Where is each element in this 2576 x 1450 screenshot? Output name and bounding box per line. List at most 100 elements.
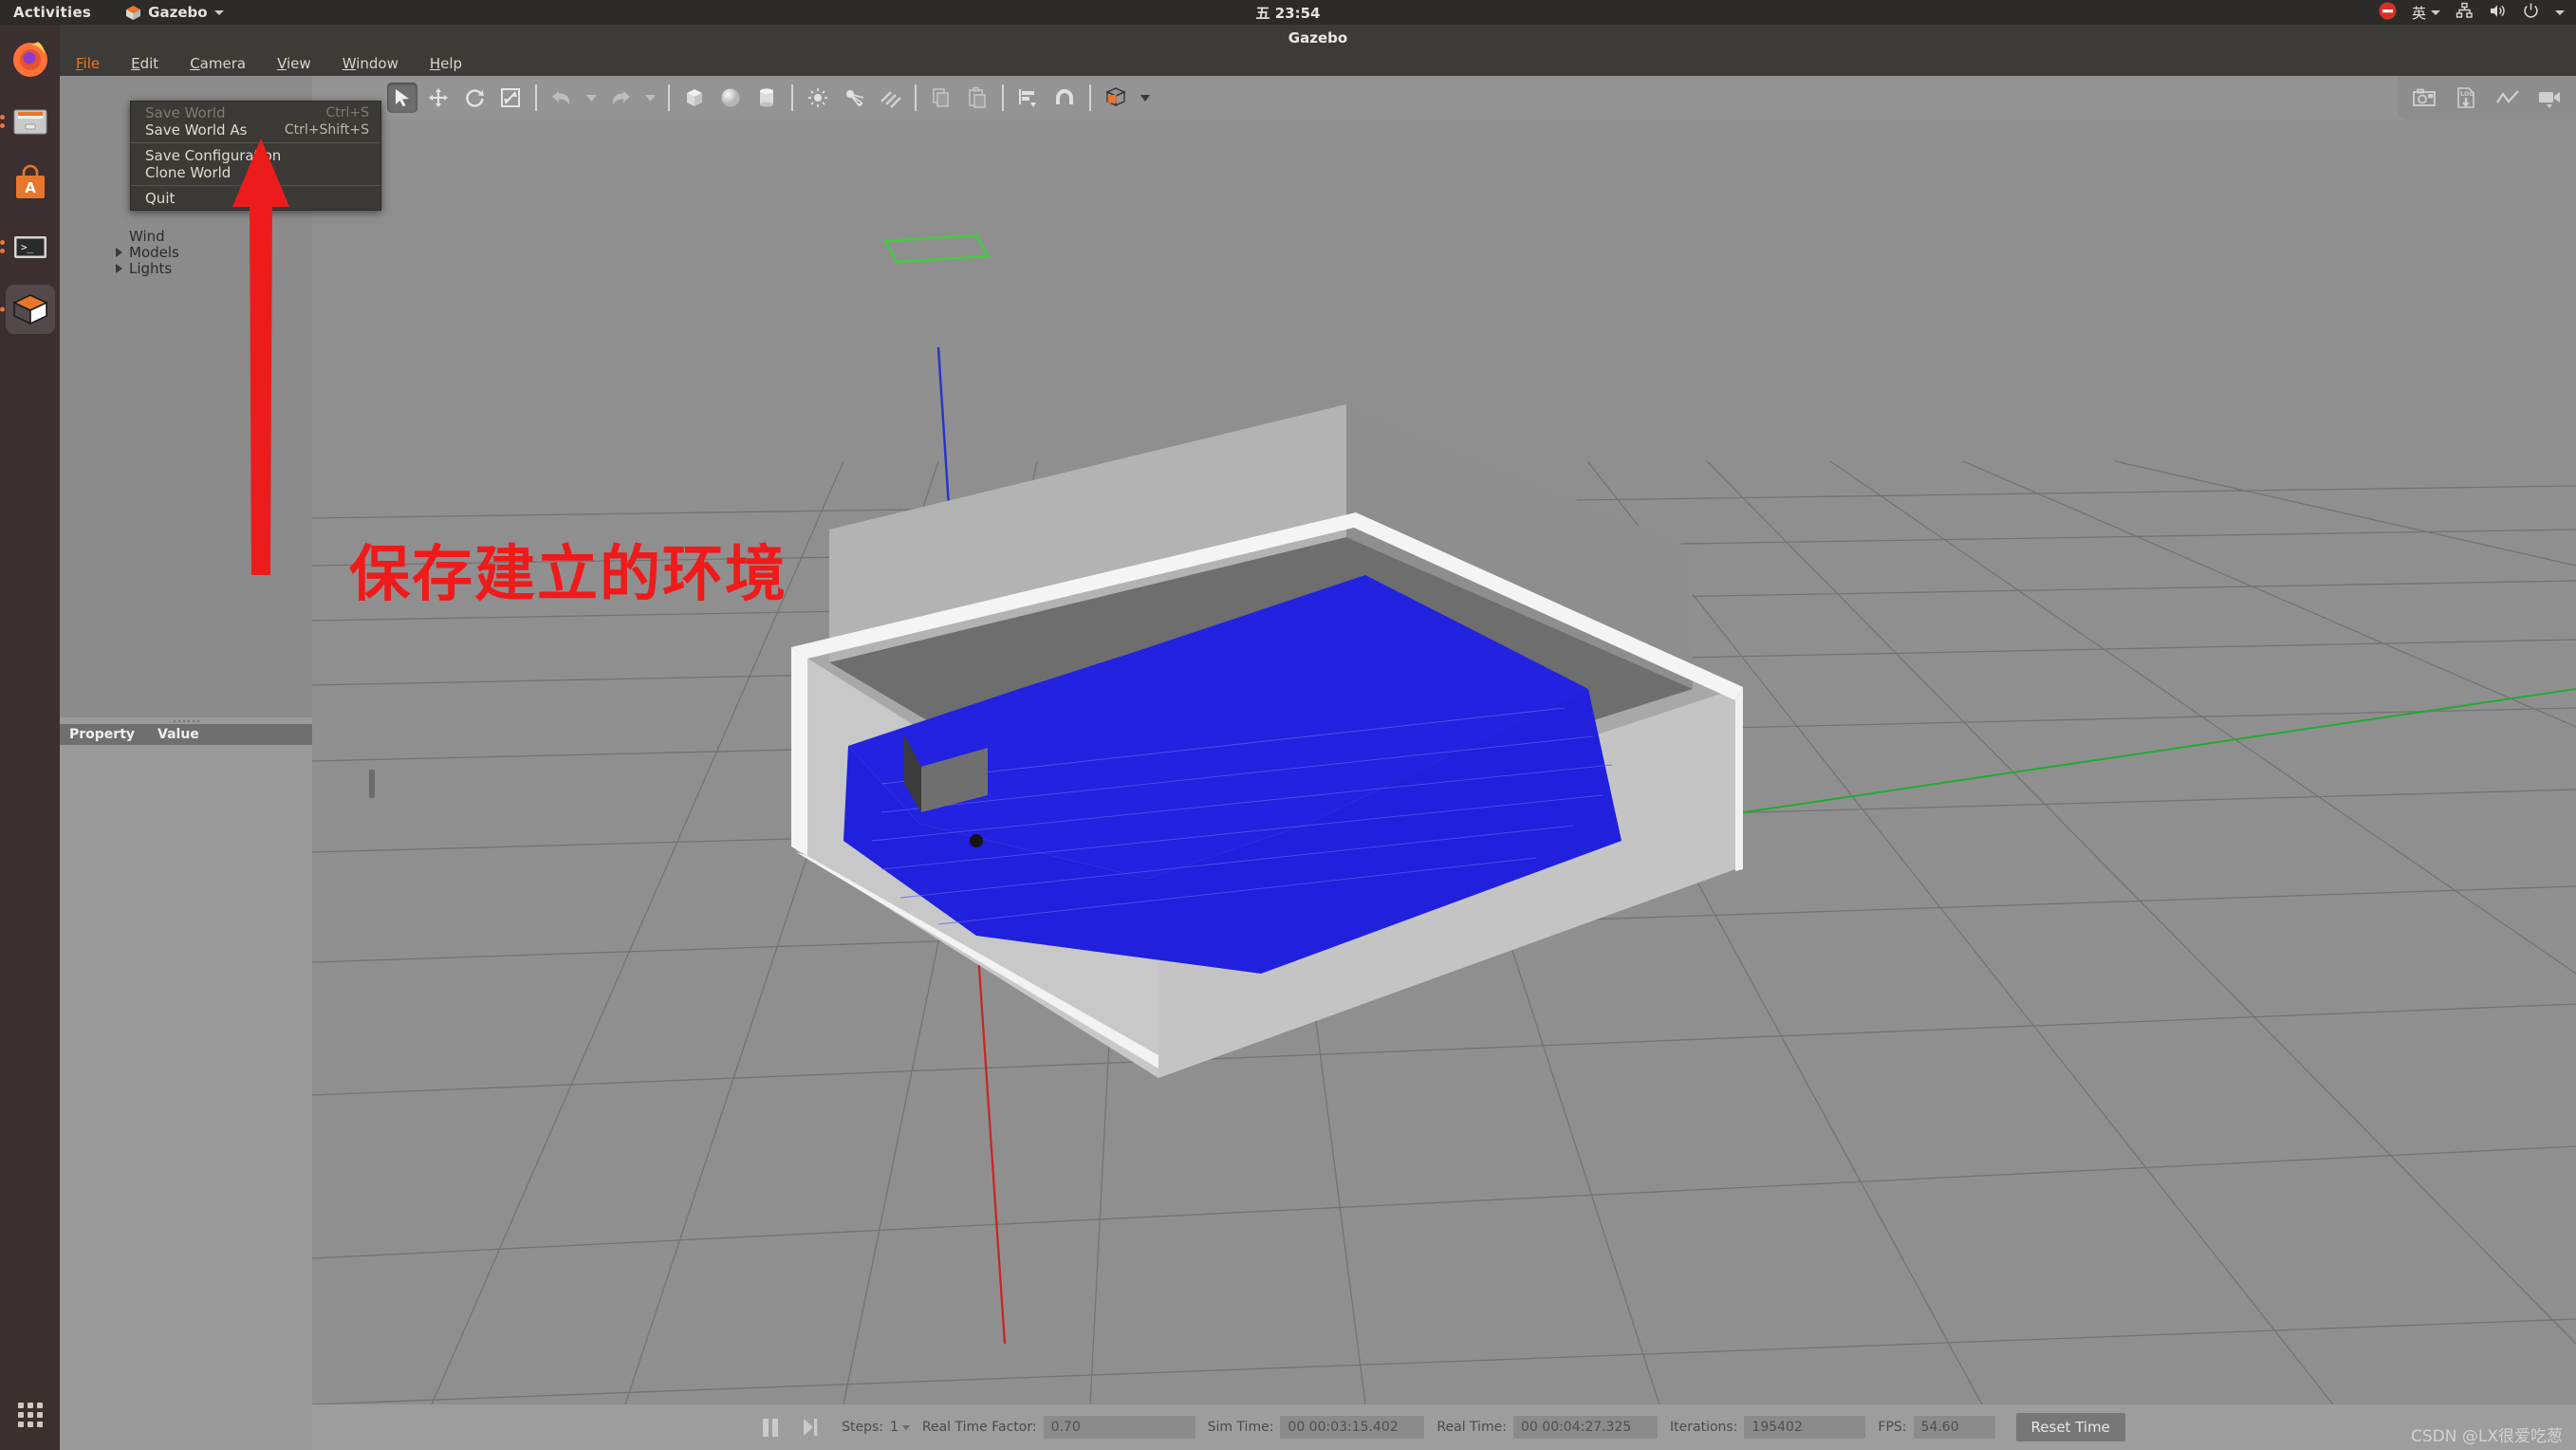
redo-button[interactable] — [605, 83, 636, 113]
chevron-down-icon[interactable] — [2555, 9, 2565, 15]
property-table-body — [60, 745, 312, 1450]
network-icon[interactable] — [2456, 2, 2474, 24]
chevron-down-icon[interactable] — [901, 1424, 910, 1430]
tree-item-wind[interactable]: Wind — [60, 227, 312, 245]
chevron-right-icon[interactable] — [116, 247, 122, 257]
do-not-disturb-icon[interactable] — [2379, 2, 2397, 24]
tree-item-label: Lights — [129, 259, 173, 277]
menu-edit[interactable]: Edit — [127, 54, 162, 73]
toolbar-separator — [1089, 84, 1091, 111]
video-record-button[interactable] — [2534, 83, 2565, 113]
rotate-mode-button[interactable] — [459, 83, 490, 113]
tree-item-label: Wind — [129, 227, 165, 245]
real-time-factor-label: Real Time Factor: — [921, 1420, 1037, 1435]
snap-button[interactable] — [1049, 83, 1080, 113]
menu-bar: File Edit Camera View Window Help — [60, 51, 2576, 76]
undo-button[interactable] — [547, 83, 577, 113]
chevron-down-icon — [2431, 9, 2440, 15]
running-indicator — [0, 115, 5, 128]
step-button[interactable] — [803, 1418, 818, 1437]
translate-mode-button[interactable] — [423, 83, 454, 113]
log-record-button[interactable]: LOG — [2451, 83, 2481, 113]
menu-help[interactable]: Help — [426, 54, 466, 73]
spot-light-button[interactable] — [839, 83, 869, 113]
menu-item-save-world-as[interactable]: Save World As Ctrl+Shift+S — [131, 121, 380, 139]
tree-expander-placeholder — [116, 232, 122, 241]
dock-item-files[interactable] — [0, 97, 55, 146]
reset-time-button[interactable]: Reset Time — [2015, 1413, 2125, 1441]
panel-resize-handle[interactable] — [369, 770, 375, 798]
panel-splitter[interactable] — [60, 717, 312, 724]
menu-item-save-world[interactable]: Save World Ctrl+S — [131, 104, 380, 121]
tree-item-models[interactable]: Models — [60, 244, 312, 261]
menu-item-label: Quit — [145, 190, 176, 207]
toolbar-separator — [535, 84, 537, 111]
column-header-property[interactable]: Property — [60, 727, 158, 742]
ubuntu-dock: A >_ — [0, 25, 60, 1450]
grip-dots-icon — [173, 719, 199, 722]
property-panel: Property Value — [60, 717, 312, 1450]
chevron-right-icon[interactable] — [116, 263, 122, 273]
menu-item-quit[interactable]: Quit — [131, 190, 380, 207]
insert-sphere-button[interactable] — [715, 83, 746, 113]
menu-item-save-configuration[interactable]: Save Configuration — [131, 147, 380, 164]
directional-light-button[interactable] — [875, 83, 905, 113]
view-angle-dropdown[interactable] — [1137, 83, 1154, 113]
show-applications-button[interactable] — [17, 1403, 43, 1427]
scale-mode-button[interactable] — [495, 83, 526, 113]
toolbar-separator — [1002, 84, 1004, 111]
render-viewport[interactable] — [312, 120, 2576, 1404]
column-header-value[interactable]: Value — [158, 727, 312, 742]
menu-item-clone-world[interactable]: Clone World — [131, 164, 380, 181]
menu-view[interactable]: View — [273, 54, 315, 73]
annotation-text: 保存建立的环境 — [349, 540, 788, 610]
select-mode-button[interactable] — [387, 83, 417, 113]
menu-file[interactable]: File — [72, 54, 103, 73]
toolbar-separator — [791, 84, 793, 111]
toolbar-separator — [915, 84, 917, 111]
dock-item-terminal[interactable]: >_ — [0, 222, 55, 271]
power-icon[interactable] — [2522, 2, 2540, 24]
view-angle-button[interactable] — [1101, 83, 1131, 113]
menu-separator — [131, 185, 380, 186]
menu-separator — [131, 142, 380, 143]
insert-box-button[interactable] — [679, 83, 710, 113]
tree-item-lights[interactable]: Lights — [60, 259, 312, 277]
menu-item-label: Save Configuration — [145, 147, 282, 164]
main-toolbar — [312, 76, 2576, 120]
svg-text:LOG: LOG — [2460, 90, 2474, 98]
dock-item-firefox[interactable] — [6, 34, 55, 84]
watermark: CSDN @LX很爱吃葱 — [2411, 1427, 2563, 1446]
paste-button[interactable] — [962, 83, 992, 113]
volume-icon[interactable] — [2489, 2, 2507, 24]
steps-value[interactable]: 1 — [890, 1420, 899, 1435]
point-light-button[interactable] — [803, 83, 833, 113]
input-method-indicator[interactable]: 英 — [2412, 3, 2440, 23]
menu-camera[interactable]: Camera — [186, 54, 250, 73]
source-point — [970, 834, 983, 847]
toolbar-separator — [668, 84, 670, 111]
file-dropdown-menu: Save World Ctrl+S Save World As Ctrl+Shi… — [130, 101, 381, 211]
undo-history-button[interactable] — [583, 83, 600, 113]
clock[interactable]: 五 23:54 — [0, 3, 2576, 23]
status-bar: Steps: 1 Real Time Factor: 0.70 Sim Time… — [312, 1404, 2576, 1450]
running-indicator — [0, 240, 5, 253]
redo-history-button[interactable] — [641, 83, 658, 113]
copy-button[interactable] — [926, 83, 956, 113]
iterations-value: 195402 — [1744, 1416, 1866, 1439]
screenshot-button[interactable] — [2409, 83, 2439, 113]
align-button[interactable] — [1013, 83, 1044, 113]
property-table-header: Property Value — [60, 724, 312, 745]
real-time-value: 00 00:04:27.325 — [1513, 1416, 1659, 1439]
3d-scene — [312, 120, 2576, 1404]
plot-button[interactable] — [2493, 83, 2523, 113]
insert-cylinder-button[interactable] — [751, 83, 782, 113]
real-time-factor-value: 0.70 — [1043, 1416, 1195, 1439]
world-tree: Wind Models Lights — [60, 227, 312, 277]
fps-value: 54.60 — [1913, 1416, 1995, 1439]
dock-item-ubuntu-software[interactable]: A — [6, 159, 55, 209]
pause-button[interactable] — [763, 1418, 779, 1437]
left-panel: Wind Models Lights Property Value — [60, 76, 312, 1450]
dock-item-gazebo[interactable] — [0, 285, 55, 334]
menu-window[interactable]: Window — [339, 54, 402, 73]
